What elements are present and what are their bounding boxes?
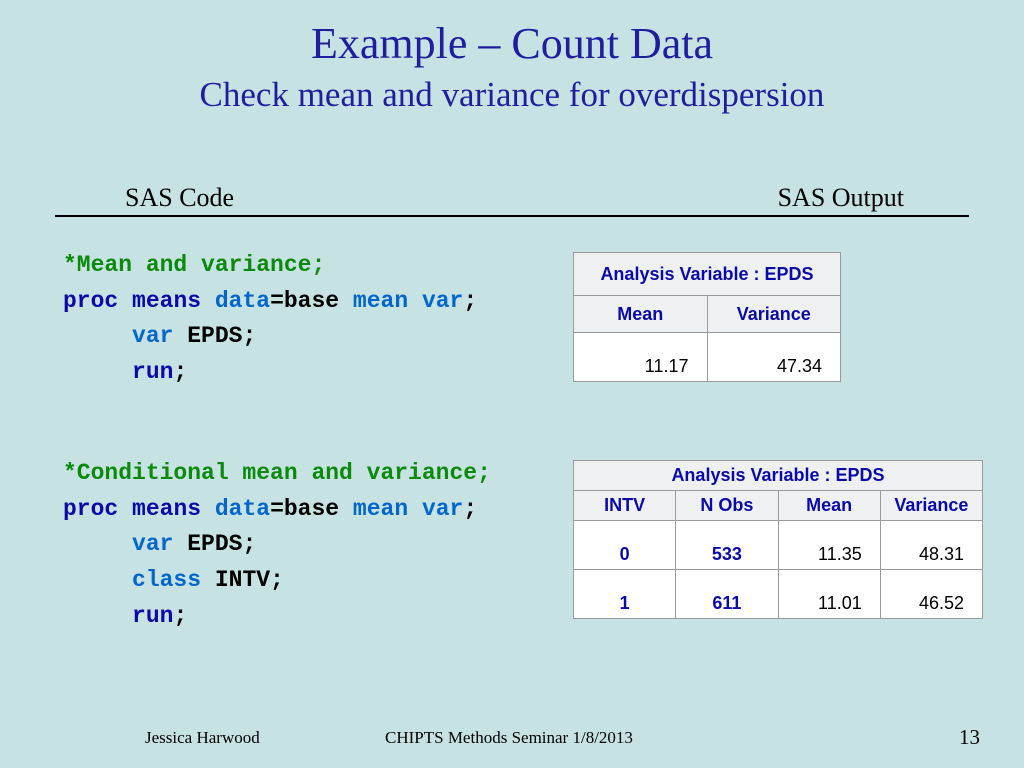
code1-comment: *Mean and variance bbox=[63, 252, 311, 278]
table2-header-nobs: N Obs bbox=[676, 491, 778, 521]
code1-run: run bbox=[132, 359, 173, 385]
footer-page-number: 13 bbox=[959, 725, 980, 750]
column-label-code: SAS Code bbox=[125, 183, 234, 213]
code2-class-name: INTV; bbox=[201, 567, 284, 593]
sas-output-table-2: Analysis Variable : EPDS INTV N Obs Mean… bbox=[573, 460, 983, 619]
table2-r0-mean: 11.35 bbox=[778, 521, 880, 570]
column-label-output: SAS Output bbox=[778, 183, 904, 213]
code1-base: =base bbox=[270, 288, 353, 314]
table2-r0-nobs: 533 bbox=[676, 521, 778, 570]
code2-data-opt: data bbox=[215, 496, 270, 522]
code2-var-opt: var bbox=[422, 496, 463, 522]
sas-code-block-1: *Mean and variance; proc means data=base… bbox=[63, 248, 477, 391]
table2-title: Analysis Variable : EPDS bbox=[574, 461, 983, 491]
code1-proc: proc bbox=[63, 288, 118, 314]
slide-subtitle: Check mean and variance for overdispersi… bbox=[0, 75, 1024, 115]
sas-output-table-1: Analysis Variable : EPDS Mean Variance 1… bbox=[573, 252, 841, 382]
code2-class-kw: class bbox=[132, 567, 201, 593]
code1-mean-opt: mean bbox=[353, 288, 408, 314]
footer-venue: CHIPTS Methods Seminar 1/8/2013 bbox=[385, 728, 633, 748]
table1-header-variance: Variance bbox=[707, 296, 841, 333]
code2-mean-opt: mean bbox=[353, 496, 408, 522]
table-row: 1 611 11.01 46.52 bbox=[574, 570, 983, 619]
table2-r1-var: 46.52 bbox=[880, 570, 982, 619]
footer-author: Jessica Harwood bbox=[145, 728, 260, 748]
table2-header-var: Variance bbox=[880, 491, 982, 521]
code2-run: run bbox=[132, 603, 173, 629]
code1-var-kw: var bbox=[132, 323, 173, 349]
table-row: 0 533 11.35 48.31 bbox=[574, 521, 983, 570]
code1-var-opt: var bbox=[422, 288, 463, 314]
code1-var-name: EPDS; bbox=[173, 323, 256, 349]
columns-header: SAS Code SAS Output bbox=[55, 185, 969, 217]
table2-header-intv: INTV bbox=[574, 491, 676, 521]
table1-header-mean: Mean bbox=[574, 296, 708, 333]
sas-code-block-2: *Conditional mean and variance; proc mea… bbox=[63, 456, 491, 634]
table1-title: Analysis Variable : EPDS bbox=[574, 253, 841, 296]
code2-means: means bbox=[132, 496, 201, 522]
code2-var-name: EPDS; bbox=[173, 531, 256, 557]
table2-r0-intv: 0 bbox=[574, 521, 676, 570]
table2-header-mean: Mean bbox=[778, 491, 880, 521]
table1-mean-value: 11.17 bbox=[574, 333, 708, 382]
code1-data-opt: data bbox=[215, 288, 270, 314]
table1-variance-value: 47.34 bbox=[707, 333, 841, 382]
table2-r0-var: 48.31 bbox=[880, 521, 982, 570]
title-block: Example – Count Data Check mean and vari… bbox=[0, 0, 1024, 115]
table2-r1-mean: 11.01 bbox=[778, 570, 880, 619]
code2-proc: proc bbox=[63, 496, 118, 522]
slide-title: Example – Count Data bbox=[0, 18, 1024, 69]
code2-var-kw: var bbox=[132, 531, 173, 557]
code2-base: =base bbox=[270, 496, 353, 522]
table2-r1-nobs: 611 bbox=[676, 570, 778, 619]
code2-comment: *Conditional mean and variance bbox=[63, 460, 477, 486]
table2-r1-intv: 1 bbox=[574, 570, 676, 619]
slide: Example – Count Data Check mean and vari… bbox=[0, 0, 1024, 768]
code1-means: means bbox=[132, 288, 201, 314]
